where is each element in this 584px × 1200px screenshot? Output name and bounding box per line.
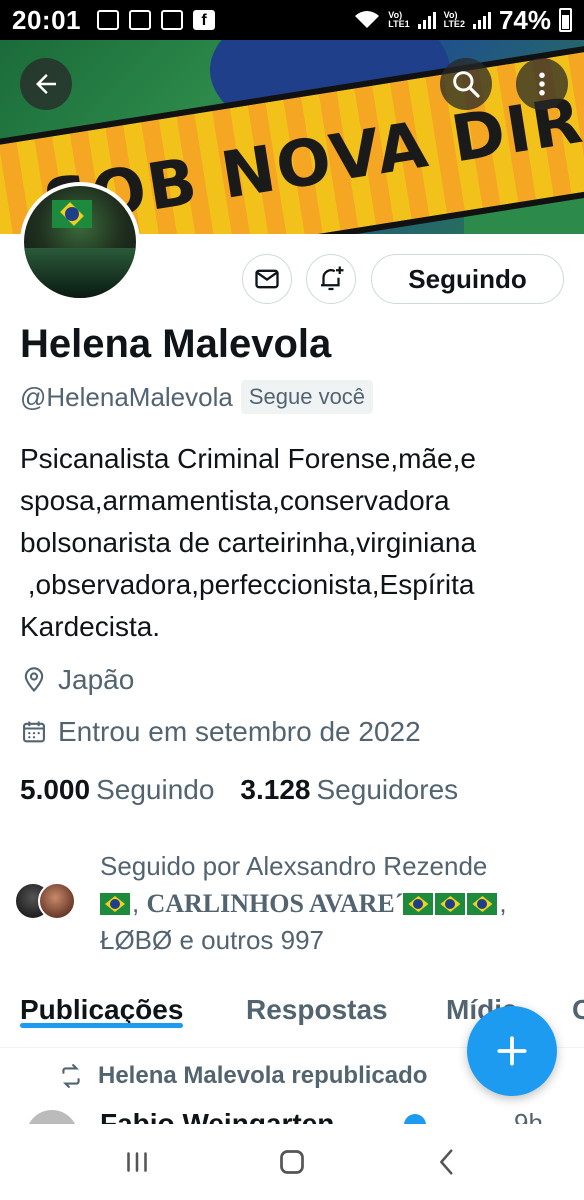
following-link[interactable]: 5.000 Seguindo	[20, 774, 214, 806]
back-button[interactable]	[20, 58, 72, 110]
recent-apps-icon[interactable]	[120, 1145, 154, 1179]
gallery-icon	[129, 10, 151, 30]
follow-counts: 5.000 Seguindo 3.128 Seguidores	[20, 774, 458, 806]
repost-icon	[62, 1064, 80, 1088]
avatar	[26, 1110, 78, 1124]
message-button[interactable]	[242, 254, 292, 304]
tab-more[interactable]: C	[572, 986, 584, 1026]
flag-image	[52, 200, 92, 228]
voicemail-icon	[161, 10, 183, 30]
tab-replies[interactable]: Respostas	[246, 986, 388, 1026]
followers-you-know-avatars	[14, 882, 94, 922]
mail-icon	[255, 269, 279, 289]
brazil-flag-icon	[100, 893, 130, 915]
follower-name: CARLINHOS AVARE´	[146, 889, 404, 918]
following-button[interactable]: Seguindo	[371, 254, 564, 304]
active-tab-indicator	[20, 1023, 184, 1028]
calendar-icon	[23, 721, 45, 743]
sim2-label: Vo) LTE2	[443, 10, 465, 29]
followed-by-text: Seguido por Alexsandro Rezende , CARLINH…	[100, 848, 570, 959]
follows-you-badge: Segue você	[240, 380, 374, 414]
system-status: Vo) LTE1 Vo) LTE2 74%	[354, 5, 572, 36]
compose-button[interactable]	[467, 1006, 557, 1096]
location-text: Japão	[58, 664, 135, 695]
cast-icon	[97, 10, 119, 30]
sim1-label: Vo) LTE1	[388, 10, 410, 29]
status-time: 20:01	[12, 4, 81, 35]
signal-icon	[472, 11, 491, 29]
tab-posts[interactable]: Publicações	[20, 986, 184, 1028]
brazil-flag-icon	[467, 893, 498, 915]
search-button[interactable]	[440, 58, 492, 110]
following-label: Seguindo	[96, 774, 215, 805]
repost-indicator: Helena Malevola republicado	[58, 1062, 427, 1090]
system-nav-bar	[0, 1124, 584, 1200]
join-date-text: Entrou em setembro de 2022	[58, 716, 421, 747]
bio-line: Kardecista.	[20, 611, 161, 642]
bio-line: ,observadora,perfeccionista,Espírita	[20, 569, 475, 600]
facebook-icon: f	[193, 10, 215, 30]
home-icon[interactable]	[274, 1144, 310, 1180]
plus-icon	[497, 1036, 527, 1066]
more-button[interactable]	[516, 58, 568, 110]
battery-icon	[559, 8, 572, 32]
followers-label: Seguidores	[316, 774, 459, 805]
followers-link[interactable]: 3.128 Seguidores	[240, 774, 458, 806]
tweet-author: Fabio Weingarten	[100, 1108, 335, 1124]
search-icon	[453, 71, 480, 98]
location-pin-icon	[24, 667, 44, 693]
followed-by-line: , CARLINHOS AVARE´,	[100, 885, 570, 922]
bio-line: Psicanalista Criminal Forense,mãe,e	[20, 443, 476, 474]
wifi-icon	[355, 11, 380, 28]
arrow-left-icon	[36, 74, 56, 94]
profile-name: Helena Malevola	[20, 322, 332, 366]
brazil-flag-icon	[435, 893, 466, 915]
notify-button[interactable]	[306, 254, 356, 304]
location-row: Japão	[20, 664, 134, 696]
profile-avatar[interactable]	[20, 182, 140, 302]
battery-percent: 74%	[498, 4, 551, 35]
followed-by-line: ŁØBØ e outros 997	[100, 925, 325, 955]
more-vertical-icon	[539, 72, 545, 96]
notification-icons: f	[97, 10, 215, 30]
status-bar: 20:01 f Vo) LTE1 Vo) LTE2 74%	[0, 0, 584, 40]
repost-label: Helena Malevola republicado	[98, 1062, 428, 1089]
signal-icon	[417, 11, 436, 29]
verified-badge-icon	[404, 1114, 426, 1124]
profile-handle: @HelenaMalevola	[20, 381, 233, 412]
followers-count: 3.128	[240, 774, 311, 805]
followed-by-line: Seguido por Alexsandro Rezende	[100, 851, 488, 881]
bio-line: bolsonarista de carteirinha,virginiana	[20, 527, 477, 558]
brazil-flag-icon	[403, 893, 434, 915]
tweet-time: 9h	[514, 1108, 543, 1124]
tweet[interactable]: Fabio Weingarten 9h	[26, 1104, 584, 1124]
join-date-row: Entrou em setembro de 2022	[20, 716, 421, 748]
chevron-left-icon[interactable]	[430, 1145, 464, 1179]
bell-plus-icon	[320, 266, 344, 291]
bio-line: sposa,armamentista,conservadora	[20, 485, 450, 516]
avatar	[38, 882, 76, 920]
profile-bio: Psicanalista Criminal Forense,mãe,e spos…	[20, 438, 570, 648]
handle-row: @HelenaMalevola Segue você	[20, 380, 374, 414]
following-count: 5.000	[20, 774, 91, 805]
